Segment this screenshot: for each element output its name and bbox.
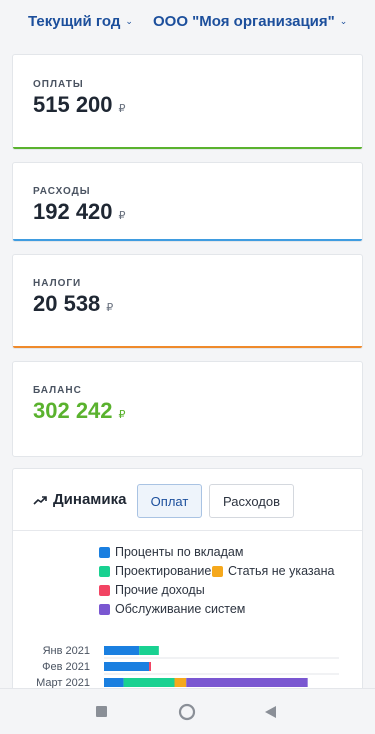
chevron-down-icon: ⌄	[339, 16, 348, 26]
category-label: Янв 2021	[43, 645, 90, 657]
tab-expenses[interactable]: Расходов	[209, 484, 294, 518]
card-label: ОПЛАТЫ	[33, 79, 84, 90]
dynamics-header: Динамика Оплат Расходов	[13, 469, 362, 531]
dynamics-title-text: Динамика	[53, 491, 127, 508]
chevron-down-icon: ⌄	[125, 16, 133, 26]
legend-label: Статья не указана	[228, 564, 335, 578]
card-accent-bar	[13, 239, 362, 241]
ruble-icon: ₽	[118, 210, 126, 222]
legend-swatch	[99, 546, 110, 558]
organization-selector[interactable]: ООО "Моя организация" ⌄	[153, 13, 347, 30]
dynamics-panel: Динамика Оплат Расходов Проценты по вкла…	[12, 468, 363, 700]
period-label: Текущий год	[28, 13, 121, 30]
bar-segment[interactable]	[139, 646, 159, 655]
taxes-card[interactable]: НАЛОГИ 20 538 ₽	[12, 254, 363, 349]
card-label: БАЛАНС	[33, 385, 82, 396]
card-accent-bar	[13, 147, 362, 149]
back-button[interactable]	[245, 689, 295, 734]
payments-card[interactable]: ОПЛАТЫ 515 200 ₽	[12, 54, 363, 150]
ruble-icon: ₽	[118, 103, 126, 115]
card-amount: 302 242	[33, 398, 113, 423]
legend-item[interactable]: Проектирование	[99, 564, 211, 578]
card-value: 20 538 ₽	[33, 291, 113, 317]
card-amount: 192 420	[33, 199, 113, 224]
legend-label: Прочие доходы	[115, 583, 205, 597]
bar-segment[interactable]	[149, 662, 151, 671]
legend-item[interactable]: Проценты по вкладам	[99, 545, 243, 559]
square-icon	[96, 706, 107, 717]
legend-label: Проектирование	[115, 564, 212, 578]
category-label: Фев 2021	[42, 661, 90, 673]
card-label: НАЛОГИ	[33, 278, 82, 289]
legend-swatch	[99, 603, 110, 615]
bar-segment[interactable]	[104, 678, 124, 687]
home-button[interactable]	[162, 689, 212, 734]
legend-label: Обслуживание систем	[115, 602, 246, 616]
bar-segment[interactable]	[174, 678, 187, 687]
card-accent-bar	[13, 346, 362, 348]
recent-apps-button[interactable]	[77, 689, 127, 734]
bar-segment[interactable]	[104, 662, 150, 671]
bar-segment[interactable]	[186, 678, 308, 687]
legend-swatch	[99, 565, 110, 577]
tab-payments[interactable]: Оплат	[137, 484, 202, 518]
ruble-icon: ₽	[118, 409, 126, 421]
expenses-card[interactable]: РАСХОДЫ 192 420 ₽	[12, 162, 363, 242]
card-label: РАСХОДЫ	[33, 186, 91, 197]
card-value: 192 420 ₽	[33, 199, 126, 225]
bar-segment[interactable]	[123, 678, 175, 687]
card-value: 515 200 ₽	[33, 92, 126, 118]
legend-label: Проценты по вкладам	[115, 545, 244, 559]
card-amount: 515 200	[33, 92, 113, 117]
circle-icon	[178, 703, 196, 721]
legend-item[interactable]: Статья не указана	[212, 564, 334, 578]
system-nav-bar	[0, 688, 375, 734]
legend-swatch	[99, 584, 110, 596]
dynamics-title: Динамика	[33, 491, 126, 508]
filter-bar: Текущий год ⌄ ООО "Моя организация" ⌄	[0, 0, 375, 44]
legend-swatch	[212, 565, 223, 577]
period-selector[interactable]: Текущий год ⌄	[28, 13, 133, 30]
legend-item[interactable]: Обслуживание систем	[99, 602, 245, 616]
card-value: 302 242 ₽	[33, 398, 126, 424]
balance-card[interactable]: БАЛАНС 302 242 ₽	[12, 361, 363, 457]
legend-item[interactable]: Прочие доходы	[99, 583, 205, 597]
ruble-icon: ₽	[106, 302, 114, 314]
bar-segment[interactable]	[104, 646, 140, 655]
back-triangle-icon	[265, 706, 276, 718]
organization-label: ООО "Моя организация"	[153, 13, 335, 30]
trending-up-icon	[33, 495, 47, 505]
card-amount: 20 538	[33, 291, 101, 316]
